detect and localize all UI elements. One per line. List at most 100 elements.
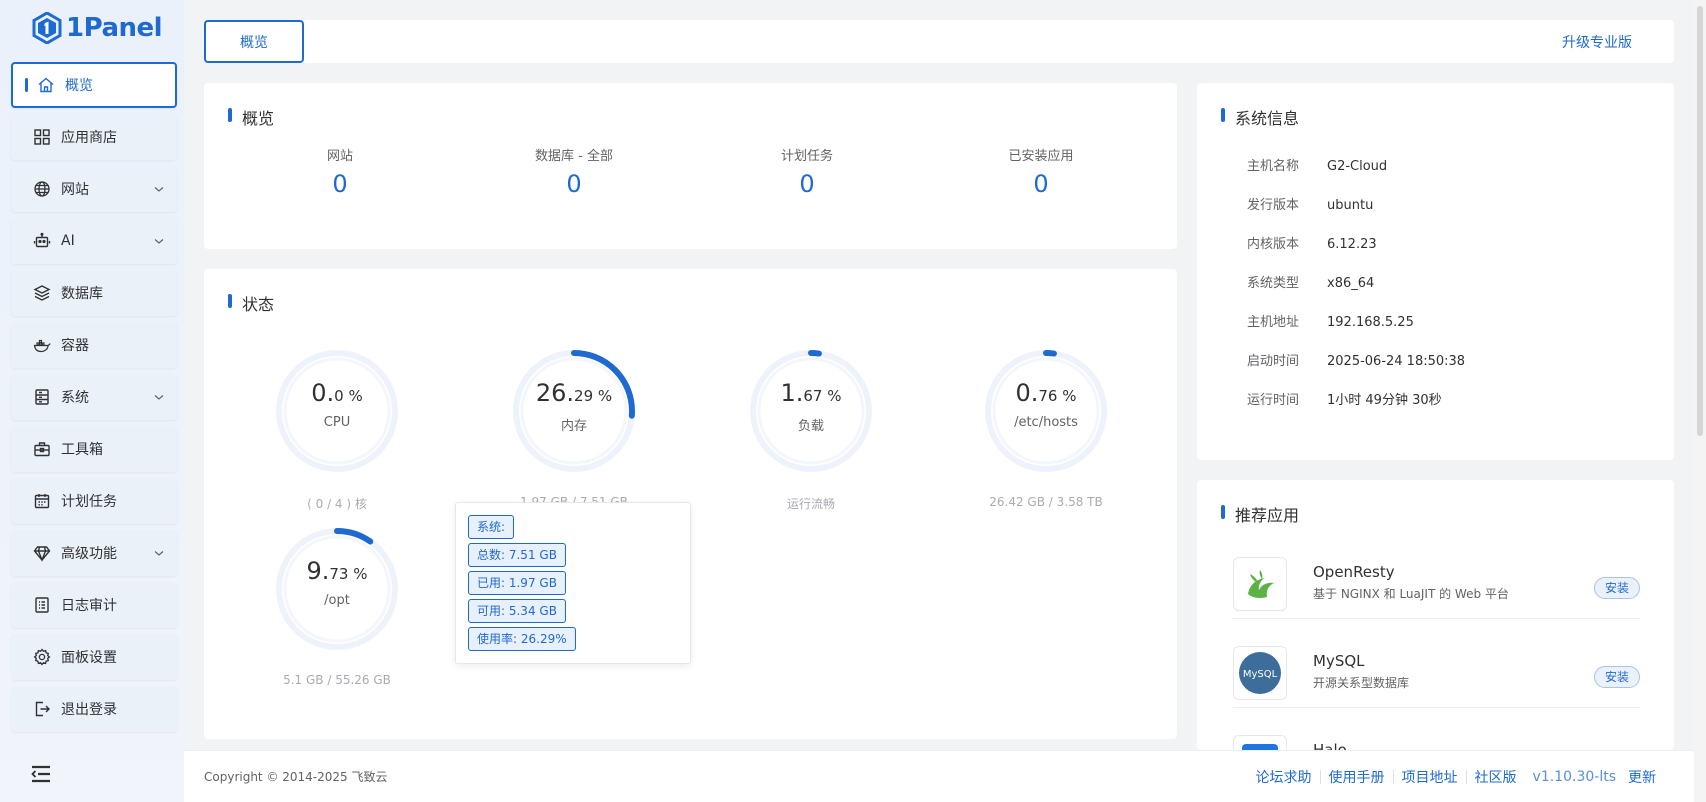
sidebar-item-label: 日志审计 <box>61 598 117 614</box>
sidebar-item-label: 概览 <box>65 78 93 94</box>
gauge-value-dec: 0 % <box>334 387 363 405</box>
card-title: 状态 <box>228 291 274 315</box>
sidebar-item-ai[interactable]: AI <box>11 218 177 264</box>
stat-label: 已安装应用 <box>1008 149 1074 164</box>
app-row-mysql[interactable]: MySQL MySQL 开源关系型数据库 安装 <box>1233 636 1640 708</box>
log-icon <box>35 597 49 613</box>
upgrade-pro-link[interactable]: 升级专业版 <box>1562 32 1632 52</box>
gauge-footnote: 26.42 GB / 3.58 TB <box>989 495 1103 509</box>
gauge-cpu[interactable]: 0.0 % CPU ( 0 / 4 ) 核 <box>247 345 427 512</box>
forum-link[interactable]: 论坛求助 <box>1248 767 1320 787</box>
gear-icon <box>33 648 51 666</box>
gauge-center: 26.29 % 内存 <box>484 379 664 434</box>
mysql-logo-icon: MySQL <box>1239 652 1281 694</box>
version-text[interactable]: v1.10.30-lts <box>1525 769 1620 785</box>
stat-value[interactable]: 0 <box>941 170 1141 198</box>
info-value: 1小时 49分钟 30秒 <box>1327 393 1442 408</box>
globe-icon <box>34 181 50 197</box>
sidebar-item-label: 容器 <box>61 338 89 354</box>
gauge-footnote: ( 0 / 4 ) 核 <box>307 497 367 511</box>
gauge-load[interactable]: 1.67 % 负载 运行流畅 <box>721 345 901 512</box>
gauge-center: 0.76 % /etc/hosts <box>956 379 1136 430</box>
app-row-openresty[interactable]: OpenResty 基于 NGINX 和 LuaJIT 的 Web 平台 安装 <box>1233 547 1640 619</box>
info-row-distro: 发行版本 ubuntu <box>1247 194 1373 213</box>
sidebar-item-label: 应用商店 <box>61 130 117 146</box>
gauge-center: 9.73 % /opt <box>247 557 427 608</box>
info-row-arch: 系统类型 x86_64 <box>1247 272 1374 291</box>
sidebar-item-cron[interactable]: 计划任务 <box>11 478 177 524</box>
gauge-disk-etc-hosts[interactable]: 0.76 % /etc/hosts 26.42 GB / 3.58 TB <box>956 345 1136 509</box>
gauge-value-dec: 67 % <box>803 387 842 405</box>
sidebar-item-advanced[interactable]: 高级功能 <box>11 530 177 576</box>
sidebar-item-label: 高级功能 <box>61 546 117 562</box>
sidebar-nav: 概览 应用商店 网站 AI 数据库 容器 系统 工具箱 计划任务 高级功能 日志… <box>11 62 177 738</box>
sidebar-item-containers[interactable]: 容器 <box>11 322 177 368</box>
tab-overview[interactable]: 概览 <box>204 20 304 63</box>
sidebar: 1Panel 概览 应用商店 网站 AI 数据库 容器 系统 工具箱 计划任务 … <box>0 0 184 802</box>
install-button[interactable]: 安装 <box>1593 666 1640 688</box>
gauge-value-dec: 29 % <box>574 387 613 405</box>
sidebar-item-label: 计划任务 <box>61 494 117 510</box>
gauge-value-int: 9. <box>306 557 330 585</box>
info-row-uptime: 运行时间 1小时 49分钟 30秒 <box>1247 389 1442 408</box>
footer: Copyright © 2014-2025 飞致云 论坛求助 使用手册 项目地址… <box>184 750 1694 802</box>
info-value: x86_64 <box>1327 276 1375 291</box>
app-name: MySQL <box>1313 652 1365 670</box>
logo-hexagon-icon <box>32 12 62 44</box>
layers-icon <box>33 285 51 301</box>
mysql-logo-text: MySQL <box>1243 669 1278 680</box>
diamond-icon <box>33 546 51 562</box>
card-title: 推荐应用 <box>1221 502 1299 526</box>
toolbox-icon <box>34 442 50 457</box>
info-label: 启动时间 <box>1247 354 1300 369</box>
manual-link[interactable]: 使用手册 <box>1321 767 1393 787</box>
stat-value[interactable]: 0 <box>474 170 674 198</box>
app-row-halo[interactable]: Halo <box>1233 725 1640 750</box>
stat-label: 数据库 - 全部 <box>535 149 613 164</box>
stat-cron-jobs[interactable]: 计划任务 0 <box>707 145 907 198</box>
edition-link[interactable]: 社区版 <box>1467 767 1525 787</box>
sidebar-item-label: 网站 <box>61 182 89 198</box>
sidebar-item-system[interactable]: 系统 <box>11 374 177 420</box>
gauge-disk-opt[interactable]: 9.73 % /opt 5.1 GB / 55.26 GB <box>247 523 427 687</box>
halo-logo-icon <box>1242 744 1278 750</box>
sidebar-item-databases[interactable]: 数据库 <box>11 270 177 316</box>
stat-label: 计划任务 <box>780 149 833 164</box>
sidebar-item-logs[interactable]: 日志审计 <box>11 582 177 628</box>
sidebar-item-toolbox[interactable]: 工具箱 <box>11 426 177 472</box>
sidebar-item-overview[interactable]: 概览 <box>11 62 177 108</box>
app-logo <box>1233 735 1287 750</box>
info-label: 内核版本 <box>1247 237 1300 252</box>
collapse-menu-icon[interactable] <box>30 764 52 784</box>
stat-websites[interactable]: 网站 0 <box>240 145 440 198</box>
card-title: 概览 <box>228 105 274 129</box>
stat-value[interactable]: 0 <box>707 170 907 198</box>
logo[interactable]: 1Panel <box>32 10 163 46</box>
sidebar-item-app-store[interactable]: 应用商店 <box>11 114 177 160</box>
gauge-value-dec: 76 % <box>1038 387 1077 405</box>
tooltip-tag: 使用率: 26.29% <box>468 627 576 651</box>
chevron-down-icon <box>154 395 164 400</box>
sidebar-item-settings[interactable]: 面板设置 <box>11 634 177 680</box>
robot-icon <box>33 232 51 248</box>
update-link[interactable]: 更新 <box>1620 767 1664 787</box>
project-link[interactable]: 项目地址 <box>1394 767 1466 787</box>
sidebar-item-websites[interactable]: 网站 <box>11 166 177 212</box>
sidebar-item-label: AI <box>61 233 75 249</box>
stat-installed-apps[interactable]: 已安装应用 0 <box>941 145 1141 198</box>
gauge-memory[interactable]: 26.29 % 内存 1.97 GB / 7.51 GB <box>484 345 664 509</box>
stat-databases[interactable]: 数据库 - 全部 0 <box>474 145 674 198</box>
page-scrollbar[interactable] <box>1694 0 1706 802</box>
docker-icon <box>33 339 51 353</box>
sidebar-item-label: 工具箱 <box>61 442 103 458</box>
openresty-logo-icon <box>1248 570 1274 598</box>
info-value: 6.12.23 <box>1327 237 1377 252</box>
sidebar-item-logout[interactable]: 退出登录 <box>11 686 177 732</box>
sidebar-item-label: 退出登录 <box>61 702 117 718</box>
stat-value[interactable]: 0 <box>240 170 440 198</box>
app-logo: MySQL <box>1233 646 1287 700</box>
scrollbar-thumb[interactable] <box>1697 6 1703 436</box>
gauge-value-dec: 73 % <box>329 565 368 583</box>
app-name: OpenResty <box>1313 563 1395 581</box>
install-button[interactable]: 安装 <box>1593 577 1640 599</box>
